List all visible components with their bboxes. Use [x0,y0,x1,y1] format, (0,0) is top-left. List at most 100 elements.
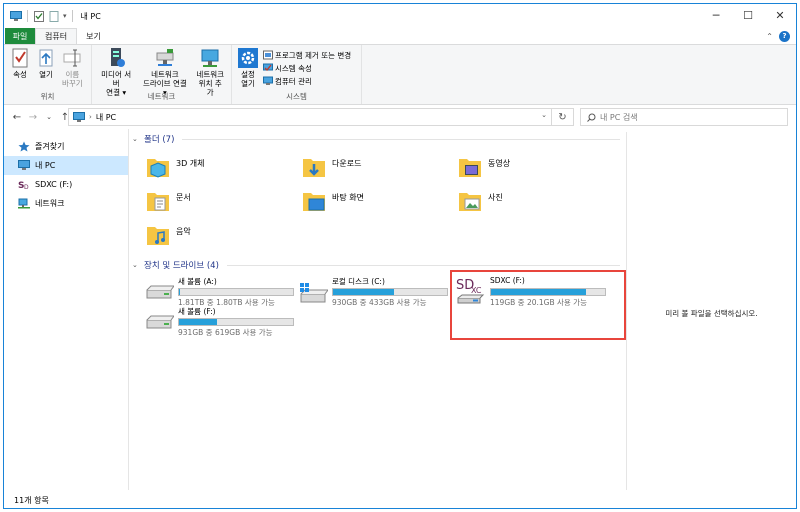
drive-name: 로컬 디스크 (C:) [332,277,385,286]
3d-objects-folder-icon [147,159,169,178]
pc-icon [18,160,30,170]
maximize-button[interactable]: ☐ [732,4,764,26]
address-bar[interactable]: › 내 PC ⌄ ↻ [68,108,574,126]
search-input[interactable]: 내 PC 검색 [600,112,638,123]
title-bar: ▾ 내 PC ─ ☐ ✕ [4,4,796,28]
group-label-location: 위치 [40,92,55,101]
sidebar-item-sdxc[interactable]: SD SDXC (F:) [4,175,128,194]
folder-name: 3D 개체 [176,159,205,168]
recent-locations-button[interactable]: ⌄ [42,112,56,123]
videos-folder-icon [459,159,481,177]
computer-management-label: 컴퓨터 관리 [275,76,312,86]
network-location-icon [201,49,219,67]
pc-icon [10,10,22,21]
customize-dropdown-icon[interactable]: ▾ [63,12,67,20]
ribbon-group-network: 미디어 서버 연결 ▾ 네트워크 드라이브 연결 ▾ 네트워크 위치 추가 네트… [92,45,232,104]
chevron-down-icon[interactable]: ⌄ [132,261,140,269]
refresh-button[interactable]: ↻ [551,109,573,125]
folder-item-downloads[interactable]: 다운로드 [302,154,361,180]
drives-grid: 새 볼륨 (A:) 1.81TB 중 1.80TB 사용 가능 로컬 디스크 (… [132,270,626,356]
documents-folder-icon [147,193,169,211]
uninstall-program-button[interactable]: 프로그램 제거 또는 변경 [263,49,351,61]
breadcrumb-separator[interactable]: › [89,113,92,121]
folder-name: 다운로드 [332,159,362,168]
content-pane: ⌄ 폴더 (7) 3D 개체 다운로드 동영상 문서 바탕 화면 사진 음악 ⌄… [132,132,626,490]
folder-name: 음악 [176,227,191,236]
tab-file[interactable]: 파일 [5,28,35,44]
network-drive-icon [156,49,174,66]
star-icon [18,141,30,152]
drive-usage-bar [178,318,294,326]
search-box[interactable]: 내 PC 검색 [580,108,788,126]
desktop-folder-icon [303,193,325,211]
address-dropdown-icon[interactable]: ⌄ [541,111,547,119]
quick-access-toolbar: ▾ [4,10,75,22]
drive-item-c[interactable]: 로컬 디스크 (C:) 930GB 중 433GB 사용 가능 [298,276,448,308]
settings-gear-icon [238,48,258,68]
computer-management-icon [263,76,273,85]
breadcrumb-this-pc[interactable]: 내 PC [96,112,116,123]
group-label-system: 시스템 [286,92,307,101]
sd-icon: SD [18,181,29,190]
folder-item-videos[interactable]: 동영상 [458,154,510,180]
ribbon-group-location: 속성 열기 이름 바꾸기 위치 [4,45,92,104]
navigation-bar: ← → ⌄ ↑ › 내 PC ⌄ ↻ 내 PC 검색 [4,105,796,129]
open-settings-label: 설정 열기 [241,70,255,88]
pictures-folder-icon [459,193,481,211]
folder-name: 바탕 화면 [332,193,364,202]
folders-grid: 3D 개체 다운로드 동영상 문서 바탕 화면 사진 음악 [132,150,620,258]
window-controls: ─ ☐ ✕ [700,4,796,26]
open-label: 열기 [39,70,53,79]
divider [27,10,28,22]
ribbon-tabs: 파일 컴퓨터 보기 ⌃ ? [4,28,796,44]
pc-icon [73,112,85,122]
folders-section-header[interactable]: ⌄ 폴더 (7) [132,132,620,146]
uninstall-icon [263,50,273,60]
system-properties-label: 시스템 속성 [275,63,312,73]
music-folder-icon [147,227,169,245]
new-folder-icon[interactable] [48,10,60,22]
drive-name: 새 볼륨 (A:) [178,277,217,286]
media-server-icon [111,48,126,67]
sidebar-item-quick-access[interactable]: 즐겨찾기 [4,137,128,156]
collapse-ribbon-icon[interactable]: ⌃ [766,32,773,41]
drive-usage-bar [332,288,448,296]
sidebar-item-this-pc[interactable]: 내 PC [4,156,128,175]
system-properties-button[interactable]: 시스템 속성 [263,62,351,74]
system-properties-icon [263,63,273,71]
pane-divider[interactable] [128,129,129,490]
preview-message: 미리 볼 파일을 선택하십시오. [665,309,758,318]
computer-management-button[interactable]: 컴퓨터 관리 [263,75,351,87]
tab-computer[interactable]: 컴퓨터 [35,28,78,44]
sidebar-item-label: SDXC (F:) [35,180,73,189]
group-label-network: 네트워크 [147,92,176,101]
close-button[interactable]: ✕ [764,4,796,26]
help-icon[interactable]: ? [779,30,790,42]
search-icon [587,113,596,122]
drive-usage-fill [179,289,181,295]
folder-item-pictures[interactable]: 사진 [458,188,503,214]
explorer-window: ▾ 내 PC ─ ☐ ✕ 파일 컴퓨터 보기 ⌃ ? 속성 열기 이름 바꾸기 … [3,3,797,509]
status-bar: 11개 항목 [4,490,796,508]
sidebar-item-label: 내 PC [35,161,56,170]
divider [182,138,620,140]
properties-check-icon[interactable] [33,10,45,22]
sidebar-item-network[interactable]: 네트워크 [4,194,128,213]
ribbon: 속성 열기 이름 바꾸기 위치 미디어 서버 연결 ▾ 네트워크 드라이브 연결… [4,44,796,105]
folder-item-3d-objects[interactable]: 3D 개체 [146,154,205,180]
chevron-down-icon[interactable]: ⌄ [132,135,140,143]
folder-item-music[interactable]: 음악 [146,222,191,248]
drive-item-f-volume[interactable]: 새 볼륨 (F:) 931GB 중 619GB 사용 가능 [144,306,294,338]
folder-item-desktop[interactable]: 바탕 화면 [302,188,364,214]
svg-text:D: D [24,184,29,190]
drive-name: 새 볼륨 (F:) [178,307,216,316]
divider [71,10,73,22]
tab-view[interactable]: 보기 [77,28,110,44]
forward-button[interactable]: → [26,112,40,123]
folder-item-documents[interactable]: 문서 [146,188,191,214]
back-button[interactable]: ← [10,112,24,123]
rename-icon [63,49,81,67]
properties-label: 속성 [13,70,27,79]
minimize-button[interactable]: ─ [700,4,732,26]
drive-item-a[interactable]: 새 볼륨 (A:) 1.81TB 중 1.80TB 사용 가능 [144,276,294,308]
